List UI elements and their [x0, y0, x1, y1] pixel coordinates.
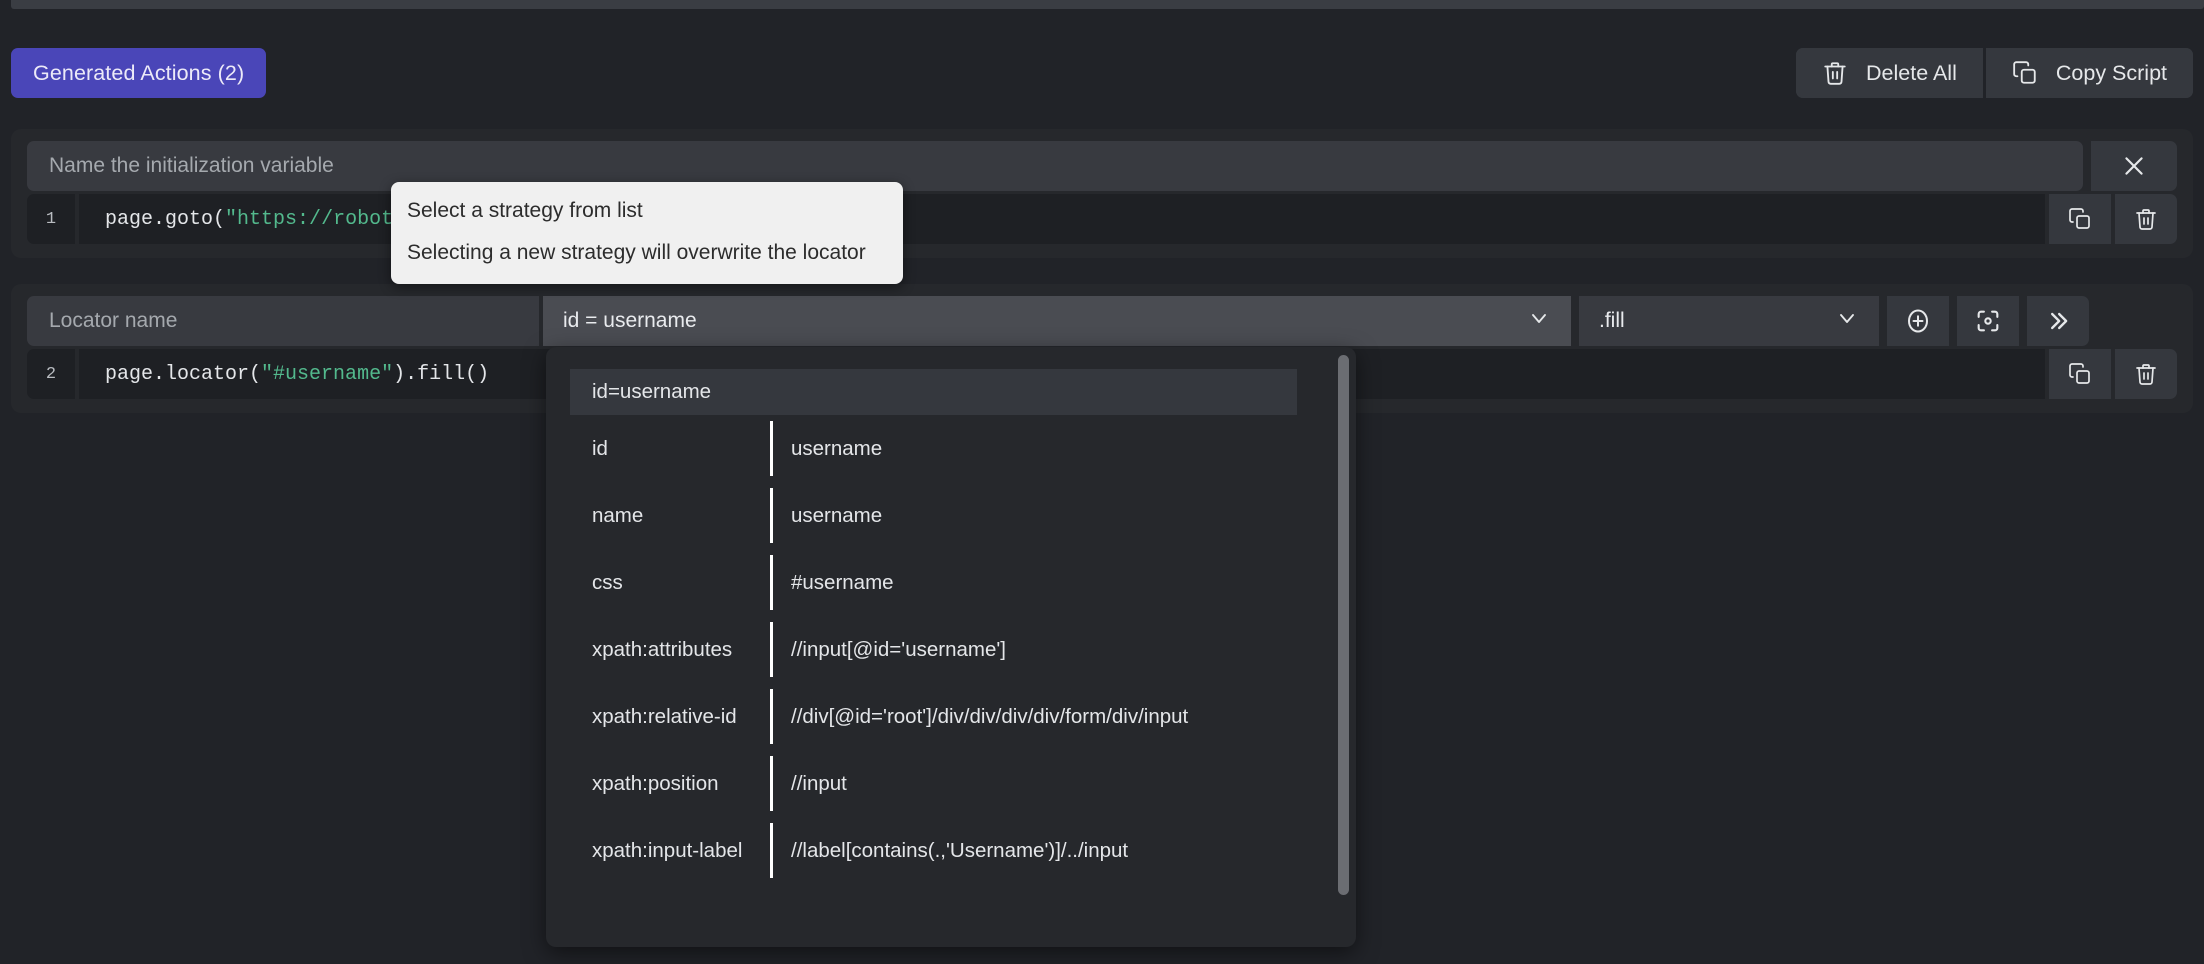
strategy-option-value: username	[791, 503, 883, 527]
strategy-option-row[interactable]: name username	[570, 482, 1332, 549]
strategy-option-row[interactable]: xpath:relative-id //div[@id='root']/div/d…	[570, 683, 1332, 750]
copy-script-button[interactable]: Copy Script	[1982, 48, 2193, 98]
strategy-panel-scrollbar[interactable]	[1338, 355, 1349, 895]
line-number-2: 2	[27, 349, 75, 399]
delete-line-1-button[interactable]	[2115, 194, 2177, 244]
strategy-option-list: id username name username css #username xpath:…	[570, 415, 1332, 884]
initialization-action-card: 1 page.goto("https://robotspa	[11, 129, 2193, 258]
code-string-2: "#username"	[261, 362, 394, 386]
locator-name-input[interactable]	[27, 296, 539, 346]
strategy-option-value: //label[contains(.,'Username')]/../input	[791, 838, 1129, 862]
code-row-1: 1 page.goto("https://robotspa	[27, 194, 2177, 244]
strategy-option-row[interactable]: xpath:input-label //label[contains(.,'Use…	[570, 817, 1332, 884]
trash-icon	[1822, 60, 1848, 86]
copy-icon	[2012, 60, 2038, 86]
top-strip	[11, 0, 2204, 9]
code-paren-1: (	[213, 207, 226, 231]
strategy-option-value: #username	[791, 570, 894, 594]
strategy-option-divider	[770, 756, 773, 811]
strategy-option-key: xpath:position	[592, 771, 719, 795]
add-action-button[interactable]	[1887, 296, 1949, 346]
strategy-option-row[interactable]: id username	[570, 415, 1332, 482]
strategy-option-key: css	[592, 570, 623, 594]
strategy-search-input[interactable]: id=username	[570, 369, 1297, 415]
code-text-1[interactable]: page.goto("https://robotspa	[79, 194, 2045, 244]
header-action-group: Delete All Copy Script	[1796, 48, 2193, 98]
pick-element-button[interactable]	[1957, 296, 2019, 346]
strategy-option-value: //input	[791, 771, 847, 795]
tooltip-line-2: Selecting a new strategy will overwrite …	[407, 240, 866, 264]
delete-all-label: Delete All	[1866, 60, 1957, 85]
strategy-option-row[interactable]: xpath:position //input	[570, 750, 1332, 817]
strategy-panel-content: id=username id username name username css #us…	[546, 347, 1356, 947]
strategy-option-divider	[770, 823, 773, 878]
code-call-1: page.goto	[105, 207, 214, 231]
strategy-option-row[interactable]: xpath:attributes //input[@id='username']	[570, 616, 1332, 683]
chevron-down-icon	[1835, 306, 1859, 336]
init-controls-row	[27, 141, 2177, 191]
strategy-option-value: //input[@id='username']	[791, 637, 1006, 661]
strategy-option-key: xpath:relative-id	[592, 704, 737, 728]
action-select-value: .fill	[1599, 309, 1625, 332]
strategy-option-value: username	[791, 436, 883, 460]
code-suffix-2: ).fill()	[393, 362, 490, 386]
strategy-option-value: //div[@id='root']/div/div/div/div/form/d…	[791, 704, 1189, 728]
delete-line-2-button[interactable]	[2115, 349, 2177, 399]
code-call-2: page.locator	[105, 362, 250, 386]
generated-actions-button[interactable]: Generated Actions (2)	[11, 48, 267, 98]
close-init-row-button[interactable]	[2091, 141, 2177, 191]
strategy-option-row[interactable]: css #username	[570, 549, 1332, 616]
strategy-option-divider	[770, 555, 773, 610]
strategy-option-key: xpath:input-label	[592, 838, 743, 862]
strategy-option-key: xpath:attributes	[592, 637, 733, 661]
strategy-select-value: id = username	[563, 309, 697, 332]
strategy-option-divider	[770, 622, 773, 677]
header-bar: Generated Actions (2) Delete All Copy Sc…	[0, 48, 2204, 102]
delete-all-button[interactable]: Delete All	[1796, 48, 1983, 98]
copy-line-2-button[interactable]	[2049, 349, 2111, 399]
copy-script-label: Copy Script	[2055, 60, 2167, 85]
strategy-tooltip: Select a strategy from list Selecting a …	[391, 182, 903, 284]
code-paren-2: (	[249, 362, 262, 386]
app-root: Generated Actions (2) Delete All Copy Sc…	[0, 0, 2204, 964]
expand-options-button[interactable]	[2027, 296, 2089, 346]
chevron-down-icon	[1527, 306, 1551, 336]
action-select[interactable]: .fill	[1579, 296, 1879, 346]
strategy-option-divider	[770, 689, 773, 744]
locator-controls-row: id = username .fill	[27, 296, 2177, 346]
strategy-select[interactable]: id = username	[543, 296, 1571, 346]
strategy-option-key: name	[592, 503, 644, 527]
tooltip-line-1: Select a strategy from list	[407, 199, 643, 222]
initialization-variable-input[interactable]	[27, 141, 2083, 191]
strategy-option-divider	[770, 488, 773, 543]
line-number-1: 1	[27, 194, 75, 244]
strategy-option-key: id	[592, 436, 608, 460]
copy-line-1-button[interactable]	[2049, 194, 2111, 244]
strategy-option-divider	[770, 421, 773, 476]
strategy-dropdown-panel: id=username id username name username css #us…	[546, 347, 1356, 947]
